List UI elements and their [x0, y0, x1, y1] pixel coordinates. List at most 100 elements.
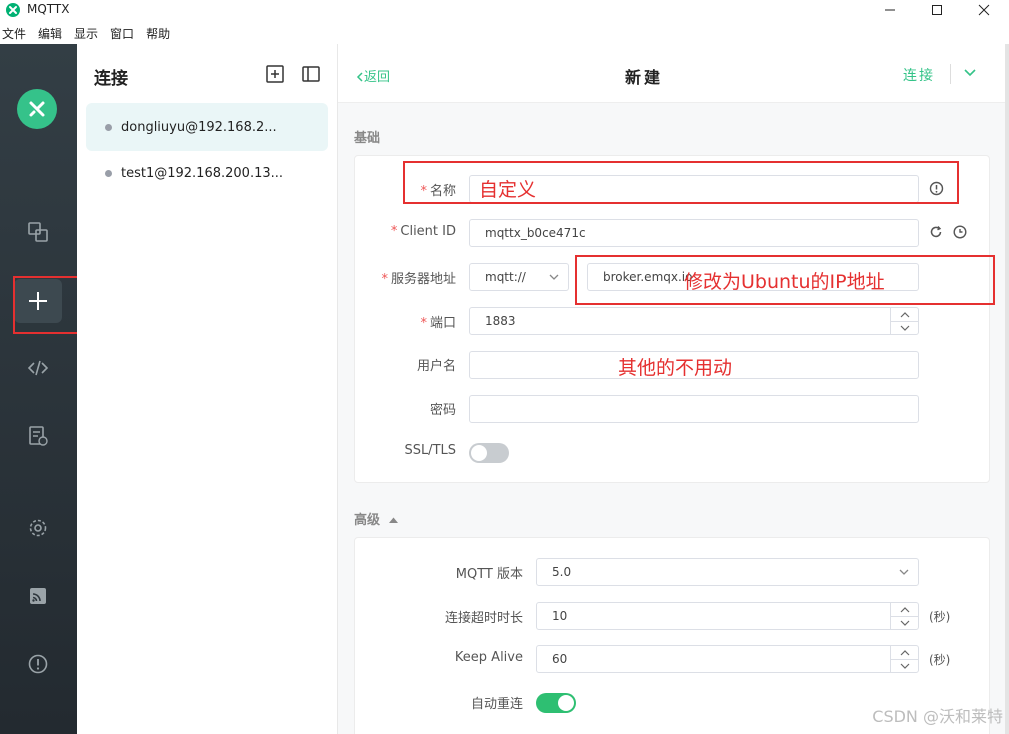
- host-label: * 服务器地址: [381, 272, 456, 287]
- toggle-panel-button[interactable]: [301, 64, 321, 84]
- about-nav-button[interactable]: [14, 642, 62, 686]
- gear-icon: [29, 519, 47, 537]
- keepalive-label: Keep Alive: [454, 650, 523, 665]
- menu-window[interactable]: 窗口: [110, 24, 134, 44]
- connection-name: dongliuyu@192.168.2...: [121, 119, 277, 135]
- chevron-down-icon: [964, 69, 976, 77]
- basic-section-label: 基础: [354, 131, 381, 146]
- port-value: 1883: [485, 314, 516, 328]
- connection-item[interactable]: dongliuyu@192.168.2...: [86, 103, 328, 151]
- more-options-button[interactable]: [962, 65, 978, 81]
- reconnect-label: 自动重连: [470, 697, 523, 712]
- connections-title: 连接: [94, 69, 128, 89]
- watermark: CSDN @沃和莱特: [872, 707, 1003, 726]
- status-dot: [105, 123, 112, 131]
- toggle-knob: [471, 445, 487, 461]
- client-id-input[interactable]: mqttx_b0ce471c: [469, 219, 919, 247]
- port-stepper[interactable]: [890, 308, 918, 334]
- refresh-icon[interactable]: [929, 225, 943, 239]
- protocol-select[interactable]: mqtt://: [469, 263, 569, 291]
- chevron-up-icon: [900, 606, 909, 612]
- client-id-label: * Client ID: [390, 224, 456, 239]
- connect-button[interactable]: 连接: [903, 65, 935, 85]
- keepalive-stepper[interactable]: [890, 646, 918, 672]
- connections-nav-button[interactable]: [14, 210, 62, 254]
- increment-button[interactable]: [891, 603, 918, 616]
- advanced-section-label[interactable]: 高级: [354, 509, 399, 528]
- decrement-button[interactable]: [891, 321, 918, 334]
- chevron-left-icon: [356, 72, 363, 82]
- maximize-button[interactable]: [917, 0, 957, 20]
- log-icon: [29, 426, 48, 446]
- keepalive-input[interactable]: 60: [536, 645, 919, 673]
- log-nav-button[interactable]: [14, 414, 62, 458]
- mqtt-version-select[interactable]: 5.0: [536, 558, 919, 586]
- menu-help[interactable]: 帮助: [146, 24, 170, 44]
- back-button[interactable]: 返回: [356, 66, 390, 85]
- connection-list-panel: 连接 dongliuyu@192.168.2... test1@192.168.…: [77, 44, 338, 734]
- mqttx-logo-icon: [17, 89, 57, 129]
- timeout-label: 连接超时时长: [444, 611, 523, 626]
- title-bar: MQTTX: [0, 0, 1009, 20]
- mqtt-version-value: 5.0: [552, 565, 572, 579]
- annotation-host-hint: 修改为Ubuntu的IP地址: [684, 271, 885, 293]
- menu-edit[interactable]: 编辑: [38, 24, 62, 44]
- mqtt-version-label: MQTT 版本: [455, 567, 523, 582]
- username-label: 用户名: [416, 359, 456, 374]
- keepalive-value: 60: [552, 652, 568, 666]
- chevron-down-icon: [899, 569, 909, 575]
- back-label: 返回: [364, 70, 391, 85]
- chevron-down-icon: [900, 620, 909, 626]
- annotation-other-hint: 其他的不用动: [618, 357, 733, 379]
- new-collection-button[interactable]: [265, 64, 285, 84]
- chevron-up-icon: [900, 649, 909, 655]
- caret-up-icon: [388, 517, 398, 523]
- timeout-stepper[interactable]: [890, 603, 918, 629]
- timeout-input[interactable]: 10: [536, 602, 919, 630]
- annotation-name-hint: 自定义: [479, 179, 537, 201]
- page-title: 新建: [625, 68, 664, 87]
- protocol-value: mqtt://: [485, 270, 526, 284]
- menu-bar: 文件 编辑 显示 窗口 帮助: [0, 24, 180, 44]
- feed-icon: [30, 588, 46, 604]
- chevron-down-icon: [900, 325, 909, 331]
- divider: [950, 64, 951, 84]
- scrollbar[interactable]: [1005, 44, 1009, 734]
- settings-nav-button[interactable]: [14, 506, 62, 550]
- main-header: 返回 新建 连接: [338, 44, 1006, 103]
- toggle-knob: [558, 695, 574, 711]
- increment-button[interactable]: [891, 646, 918, 659]
- reconnect-toggle[interactable]: [536, 693, 576, 713]
- sidebar: [0, 44, 77, 734]
- chevron-down-icon: [900, 663, 909, 669]
- basic-card: * 名称 * Client ID mqttx_b0ce471c * 服务器地址 mqt…: [354, 155, 990, 483]
- sidebar-toggle-icon: [302, 66, 320, 82]
- increment-button[interactable]: [891, 308, 918, 321]
- menu-view[interactable]: 显示: [74, 24, 98, 44]
- clock-icon[interactable]: [953, 225, 967, 239]
- info-icon: [28, 654, 48, 674]
- password-input[interactable]: [469, 395, 919, 423]
- main-panel: 返回 新建 连接 基础 * 名称 * Client ID mqttx_b0ce471…: [338, 44, 1006, 734]
- menu-file[interactable]: 文件: [2, 24, 26, 44]
- timeout-unit: (秒): [929, 610, 951, 624]
- code-icon: [27, 360, 49, 376]
- keepalive-unit: (秒): [929, 653, 951, 667]
- ssl-toggle[interactable]: [469, 443, 509, 463]
- decrement-button[interactable]: [891, 659, 918, 672]
- ssl-label: SSL/TLS: [404, 443, 456, 458]
- port-input[interactable]: 1883: [469, 307, 919, 335]
- minimize-button[interactable]: [870, 0, 910, 20]
- copy-icon: [28, 222, 48, 242]
- add-square-icon: [266, 65, 284, 83]
- script-nav-button[interactable]: [14, 346, 62, 390]
- subscribe-nav-button[interactable]: [14, 574, 62, 618]
- chevron-down-icon: [549, 274, 559, 280]
- connection-item[interactable]: test1@192.168.200.13...: [86, 149, 328, 197]
- port-label: * 端口: [420, 316, 456, 331]
- connection-name: test1@192.168.200.13...: [121, 165, 284, 181]
- timeout-value: 10: [552, 609, 568, 623]
- status-dot: [105, 169, 112, 177]
- close-button[interactable]: [964, 0, 1004, 20]
- decrement-button[interactable]: [891, 616, 918, 629]
